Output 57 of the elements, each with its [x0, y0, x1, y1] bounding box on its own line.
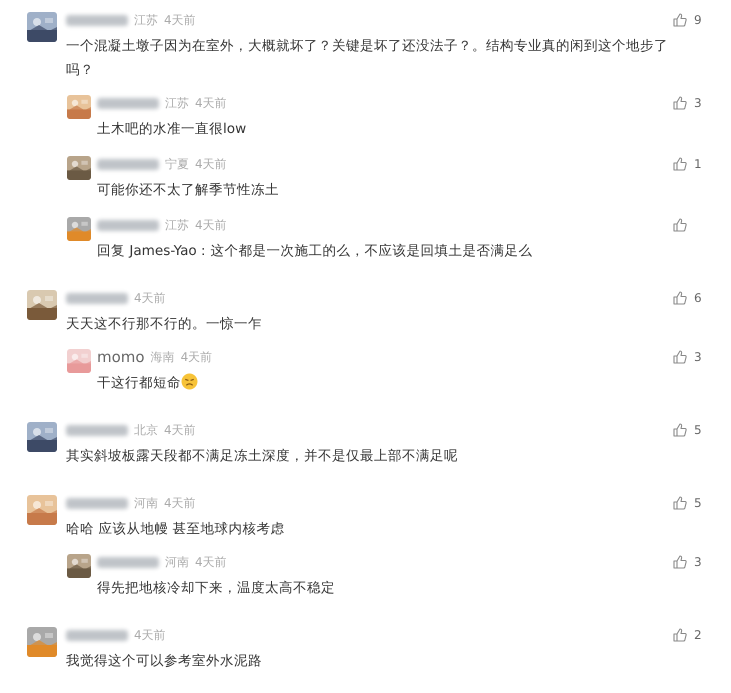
location: 河南: [165, 554, 189, 570]
timestamp: 4天前: [195, 94, 227, 112]
location: 江苏: [134, 12, 158, 28]
blurred-username: [97, 556, 159, 568]
location: 宁夏: [165, 156, 189, 172]
thumbs-up-icon[interactable]: [673, 13, 687, 27]
like-count: 6: [694, 291, 702, 305]
comment-text: 我觉得这个可以参考室外水泥路: [66, 652, 263, 671]
timestamp: 4天前: [195, 554, 227, 570]
timestamp: 4天前: [180, 348, 212, 366]
comment-text: 一个混凝土墩子因为在室外，大概就坏了？关键是坏了还没法子？。结构专业真的闲到这个地步了吗？: [66, 37, 669, 80]
thumbs-up-icon[interactable]: [673, 96, 687, 110]
comment-text: 得先把地核冷却下来，温度太高不稳定: [97, 579, 336, 598]
location: 河南: [134, 494, 158, 512]
blurred-username: [66, 424, 128, 436]
timestamp: 4天前: [195, 156, 227, 172]
like-count: 2: [694, 628, 702, 642]
blurred-username: [97, 98, 159, 108]
thumbs-up-icon[interactable]: [673, 496, 687, 510]
thumbs-up-icon[interactable]: [673, 291, 687, 305]
comment-text: 天天这不行那不行的。一惊一乍: [66, 315, 263, 334]
like-count: 3: [694, 350, 702, 364]
like-count: 3: [694, 96, 702, 110]
comment-text: 哈哈 应该从地幔 甚至地球内核考虑: [66, 520, 286, 539]
location: 江苏: [165, 94, 189, 112]
thumbs-up-icon[interactable]: [673, 218, 687, 232]
thumbs-up-icon[interactable]: [673, 628, 687, 642]
username[interactable]: momo: [97, 348, 145, 366]
timestamp: 4天前: [164, 12, 196, 28]
timestamp: 4天前: [164, 494, 196, 512]
location: 北京: [134, 422, 158, 438]
like-count: 9: [694, 13, 702, 27]
timestamp: 4天前: [134, 290, 166, 306]
blurred-username: [66, 292, 128, 304]
location: 海南: [150, 348, 175, 366]
like-count: 1: [694, 157, 702, 171]
like-count: 5: [694, 423, 702, 437]
blurred-username: [97, 158, 159, 170]
location: 江苏: [165, 216, 189, 234]
thumbs-up-icon[interactable]: [673, 423, 687, 437]
blurred-username: [97, 220, 159, 230]
timestamp: 4天前: [134, 626, 166, 644]
like-count: 5: [694, 496, 702, 510]
thumbs-up-icon[interactable]: [673, 350, 687, 364]
comment-text: 其实斜坡板露天段都不满足冻土深度，并不是仅最上部不满足呢: [66, 447, 459, 466]
comment-text: 干这行都短命: [97, 371, 673, 395]
thumbs-up-icon[interactable]: [673, 555, 687, 569]
blurred-username: [66, 14, 128, 26]
thumbs-up-icon[interactable]: [673, 157, 687, 171]
blurred-username: [66, 498, 128, 508]
blurred-username: [66, 630, 128, 640]
timestamp: 4天前: [195, 216, 227, 234]
comment-text: 可能你还不太了解季节性冻土: [97, 181, 280, 200]
timestamp: 4天前: [164, 422, 196, 438]
like-count: 3: [694, 555, 702, 569]
comment-text: 土木吧的水准一直很low: [97, 120, 248, 139]
comment-text: 回复 James-Yao：这个都是一次施工的么，不应该是回填土是否满足么: [97, 242, 534, 261]
